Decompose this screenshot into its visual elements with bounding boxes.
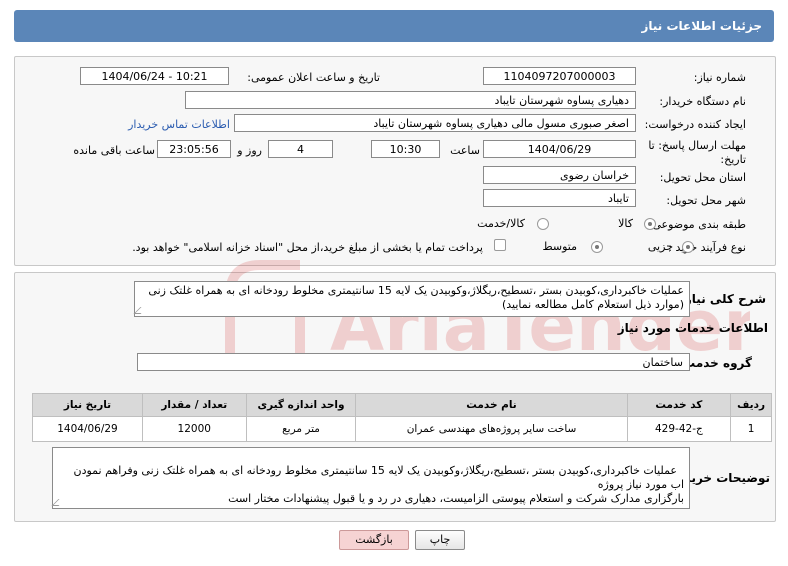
city-field: تایباد — [483, 189, 636, 207]
need-number-field: 1104097207000003 — [483, 67, 636, 85]
services-section-title: اطلاعات خدمات مورد نیاز — [617, 321, 768, 335]
deadline-label: مهلت ارسال پاسخ: تا تاریخ: — [648, 139, 746, 166]
process-label: نوع فرآیند خرید : — [668, 241, 746, 254]
print-button[interactable]: چاپ — [415, 530, 465, 550]
cell-qty: 12000 — [141, 416, 247, 442]
city-label: شهر محل تحویل: — [666, 194, 746, 207]
deadline-time-label: ساعت — [450, 144, 480, 157]
category-option-goods: کالا — [618, 217, 633, 230]
resize-handle[interactable] — [133, 307, 148, 314]
col-code: کد خدمت — [626, 393, 732, 417]
col-row: ردیف — [730, 393, 772, 417]
cell-name: ساخت سایر پروژه‌های مهندسی عمران — [355, 416, 628, 442]
deadline-time-field: 10:30 — [371, 140, 440, 158]
contact-link[interactable]: اطلاعات تماس خریدار — [128, 118, 230, 131]
announce-field: 1404/06/24 - 10:21 — [80, 67, 229, 85]
process-option-minor: جزیی — [647, 240, 673, 253]
col-name: نام خدمت — [355, 393, 628, 417]
page-header: جزئیات اطلاعات نیاز — [14, 10, 774, 42]
summary-label: شرح کلی نیاز: — [680, 292, 766, 306]
treasury-checkbox[interactable] — [494, 239, 506, 251]
creator-label: ایجاد کننده درخواست: — [644, 118, 746, 131]
cell-row: 1 — [730, 416, 772, 442]
col-qty: تعداد / مقدار — [141, 393, 247, 417]
buyer-org-label: نام دستگاه خریدار: — [659, 95, 746, 108]
announce-label: تاریخ و ساعت اعلان عمومی: — [247, 71, 380, 84]
buyer-notes-text: عملیات خاکبرداری،کوبیدن بستر ،تسطیح،ریگل… — [73, 464, 684, 505]
cell-code: ج-42-429 — [626, 416, 732, 442]
back-button[interactable]: بازگشت — [339, 530, 409, 550]
days-field: 4 — [268, 140, 333, 158]
process-option-medium: متوسط — [542, 240, 577, 253]
buyer-notes-textarea[interactable]: عملیات خاکبرداری،کوبیدن بستر ،تسطیح،ریگل… — [51, 447, 690, 509]
col-unit: واحد اندازه گیری — [245, 393, 357, 417]
province-label: استان محل تحویل: — [659, 171, 746, 184]
buyer-org-field: دهیاری پساوه شهرستان تایباد — [185, 91, 636, 109]
service-group-field: ساختمان — [137, 353, 690, 371]
category-radio-goods[interactable] — [644, 218, 656, 230]
need-number-label: شماره نیاز: — [693, 71, 746, 84]
summary-text: عملیات خاکبرداری،کوبیدن بستر ،تسطیح،ریگل… — [148, 284, 684, 311]
resize-handle[interactable] — [51, 499, 66, 506]
col-date: تاریخ نیاز — [32, 393, 143, 417]
category-label: طبقه بندی موضوعی: — [648, 218, 746, 231]
process-radio-minor[interactable] — [682, 241, 694, 253]
page-title: جزئیات اطلاعات نیاز — [641, 19, 762, 33]
deadline-date-field: 1404/06/29 — [483, 140, 636, 158]
category-radio-goods-service[interactable] — [537, 218, 549, 230]
category-option-goods-service: کالا/خدمت — [477, 217, 525, 230]
cell-unit: متر مربع — [245, 416, 357, 442]
table-row: 1 ج-42-429 ساخت سایر پروژه‌های مهندسی عم… — [32, 416, 772, 442]
province-field: خراسان رضوی — [483, 166, 636, 184]
process-radio-medium[interactable] — [591, 241, 603, 253]
remaining-label: ساعت باقی مانده — [73, 144, 155, 157]
days-label: روز و — [237, 144, 262, 157]
payment-note: پرداخت تمام یا بخشی از مبلغ خرید،از محل … — [132, 241, 483, 254]
remaining-time-field: 23:05:56 — [157, 140, 231, 158]
table-header-row: ردیف کد خدمت نام خدمت واحد اندازه گیری ت… — [32, 393, 772, 417]
services-table: ردیف کد خدمت نام خدمت واحد اندازه گیری ت… — [32, 393, 772, 442]
creator-field: اصغر صبوری مسول مالی دهیاری پساوه شهرستا… — [234, 114, 636, 132]
summary-textarea[interactable]: عملیات خاکبرداری،کوبیدن بستر ،تسطیح،ریگل… — [133, 281, 690, 317]
cell-date: 1404/06/29 — [32, 416, 143, 442]
